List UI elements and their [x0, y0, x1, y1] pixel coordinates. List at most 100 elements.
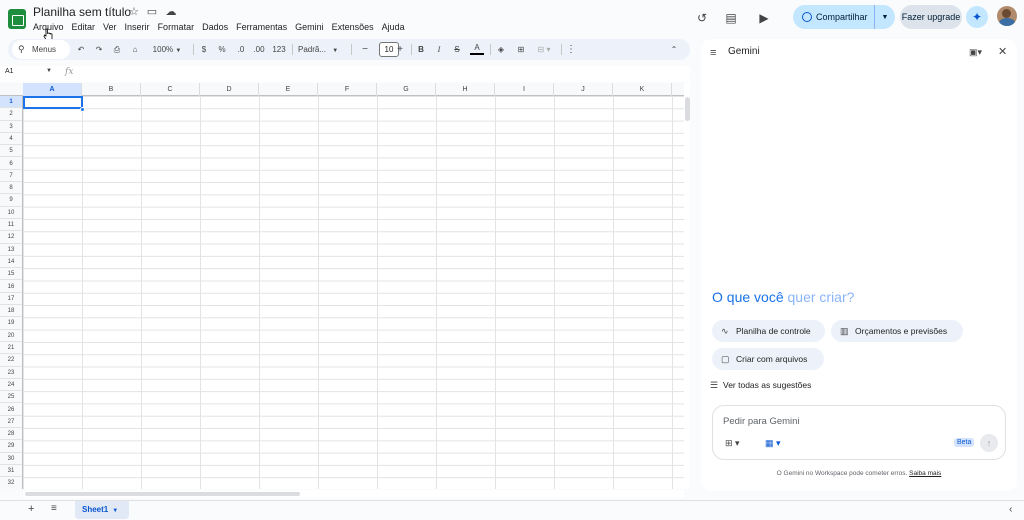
scroll-thumb[interactable] — [25, 492, 300, 496]
row-header[interactable]: 7 — [0, 170, 22, 183]
increase-decimal-button[interactable]: .00 — [251, 41, 267, 58]
selected-cell[interactable] — [23, 96, 83, 109]
column-header-d[interactable]: D — [200, 83, 259, 96]
spreadsheet-grid[interactable]: ABCDEFGHIJK 1 2 3 4 5 6 7 8 9 10 11 12 13 14 15 16 17 18 1… — [0, 83, 684, 489]
menu-ajuda[interactable]: Ajuda — [378, 21, 409, 33]
undo-icon[interactable]: ↶ — [74, 41, 88, 58]
menu-formatar[interactable]: Formatar — [154, 21, 199, 33]
font-select[interactable]: Padrã... ▼ — [298, 41, 346, 58]
column-header-g[interactable]: G — [377, 83, 436, 96]
row-header[interactable]: 17 — [0, 293, 22, 306]
row-header[interactable]: 26 — [0, 404, 22, 416]
menu-ferramentas[interactable]: Ferramentas — [232, 21, 291, 33]
row-header[interactable]: 21 — [0, 342, 22, 355]
prompt-input[interactable]: Pedir para Gemini — [723, 416, 800, 427]
column-header-i[interactable]: I — [495, 83, 554, 96]
chevron-down-icon[interactable]: ▼ — [46, 68, 52, 74]
row-header[interactable]: 13 — [0, 244, 22, 256]
name-box[interactable]: A1 — [5, 68, 14, 75]
sheet-tab[interactable]: Sheet1 ▼ — [75, 501, 129, 519]
row-header[interactable]: 2 — [0, 108, 22, 121]
row-header[interactable]: 25 — [0, 391, 22, 404]
paint-format-icon[interactable]: ⌂ — [128, 41, 142, 58]
italic-button[interactable]: I — [433, 41, 445, 58]
column-header-c[interactable]: C — [141, 83, 200, 96]
share-button[interactable]: Compartilhar ▼ — [793, 5, 895, 29]
gemini-prompt-box[interactable]: Pedir para Gemini ⊞ ▾ ▦ ▾ Beta ↑ — [712, 405, 1006, 460]
strikethrough-button[interactable]: S — [451, 41, 463, 58]
upgrade-button[interactable]: Fazer upgrade — [900, 5, 962, 29]
row-header[interactable]: 8 — [0, 182, 22, 195]
add-sheet-icon[interactable]: + — [28, 503, 34, 515]
learn-more-link[interactable]: Saiba mais — [909, 470, 941, 477]
scroll-thumb[interactable] — [685, 97, 690, 121]
horizontal-scrollbar[interactable] — [23, 490, 684, 498]
all-sheets-icon[interactable]: ≡ — [51, 503, 57, 514]
row-header[interactable]: 20 — [0, 330, 22, 342]
fill-handle[interactable] — [80, 107, 85, 112]
decrease-decimal-button[interactable]: .0 — [234, 41, 248, 58]
chip-orcamentos[interactable]: ▥ Orçamentos e previsões — [831, 320, 963, 342]
send-icon[interactable]: ↑ — [980, 434, 998, 452]
chevron-left-icon[interactable]: ‹ — [1009, 504, 1012, 515]
column-header-b[interactable]: B — [82, 83, 141, 96]
chevron-down-icon[interactable]: ▼ — [875, 14, 895, 21]
version-history-icon[interactable]: ↺ — [694, 10, 710, 26]
row-header[interactable]: 5 — [0, 145, 22, 158]
see-all-suggestions[interactable]: Ver todas as sugestões — [723, 380, 811, 390]
collapse-toolbar-icon[interactable]: ⌃ — [668, 41, 680, 58]
cells-area[interactable] — [23, 96, 684, 489]
row-header[interactable]: 12 — [0, 231, 22, 244]
text-color-button[interactable]: A — [470, 41, 484, 55]
more-options-icon[interactable]: ⋮ — [566, 41, 576, 58]
increase-font-size-icon[interactable]: + — [394, 41, 406, 58]
currency-button[interactable]: $ — [198, 41, 210, 58]
star-icon[interactable]: ☆ — [128, 6, 140, 18]
chip-criar-arquivos[interactable]: ▢ Criar com arquivos — [712, 348, 824, 370]
merge-cells-icon[interactable]: ⊟ ▾ — [533, 41, 555, 58]
chevron-down-icon[interactable]: ▼ — [112, 508, 118, 514]
column-header-f[interactable]: F — [318, 83, 377, 96]
comments-icon[interactable]: ▤ — [723, 10, 739, 26]
menu-inserir[interactable]: Inserir — [121, 21, 154, 33]
avatar[interactable] — [997, 6, 1017, 26]
row-header[interactable]: 16 — [0, 281, 22, 293]
row-header[interactable]: 23 — [0, 367, 22, 379]
share-main[interactable]: Compartilhar — [793, 5, 875, 29]
decrease-font-size-icon[interactable]: − — [359, 41, 371, 58]
row-header[interactable]: 6 — [0, 158, 22, 170]
menu-dados[interactable]: Dados — [198, 21, 232, 33]
column-header-h[interactable]: H — [436, 83, 495, 96]
row-header[interactable]: 30 — [0, 453, 22, 465]
close-icon[interactable]: ✕ — [998, 45, 1007, 58]
menu-ver[interactable]: Ver — [99, 21, 121, 33]
row-header[interactable]: 22 — [0, 354, 22, 367]
layout-toggle-icon[interactable]: ▣▾ — [969, 47, 982, 58]
row-header[interactable]: 31 — [0, 465, 22, 478]
row-header[interactable]: 28 — [0, 428, 22, 441]
number-format-button[interactable]: 123 — [271, 41, 287, 58]
row-header[interactable]: 14 — [0, 256, 22, 269]
row-header[interactable]: 15 — [0, 268, 22, 281]
row-header[interactable]: 9 — [0, 194, 22, 207]
column-header-j[interactable]: J — [554, 83, 613, 96]
chip-planilha-controle[interactable]: ∿ Planilha de controle — [712, 320, 825, 342]
row-header[interactable]: 4 — [0, 133, 22, 146]
move-folder-icon[interactable]: ▭ — [146, 6, 158, 18]
row-header[interactable]: 27 — [0, 416, 22, 429]
redo-icon[interactable]: ↷ — [92, 41, 106, 58]
row-header[interactable]: 1 — [0, 96, 22, 109]
print-icon[interactable]: ⎙ — [110, 41, 124, 58]
cloud-status-icon[interactable]: ☁ — [165, 6, 177, 18]
row-header[interactable]: 29 — [0, 440, 22, 453]
row-header[interactable]: 11 — [0, 219, 22, 232]
menu-extensoes[interactable]: Extensões — [328, 21, 378, 33]
sheets-logo-icon[interactable] — [8, 9, 26, 29]
row-header[interactable]: 32 — [0, 477, 22, 489]
menu-gemini[interactable]: Gemini — [291, 21, 328, 33]
row-header[interactable]: 18 — [0, 305, 22, 318]
row-header[interactable]: 3 — [0, 121, 22, 133]
row-header[interactable]: 19 — [0, 317, 22, 330]
search-menus-input[interactable]: ⚲ Menus — [12, 40, 70, 59]
menu-icon[interactable]: ≡ — [710, 47, 716, 59]
